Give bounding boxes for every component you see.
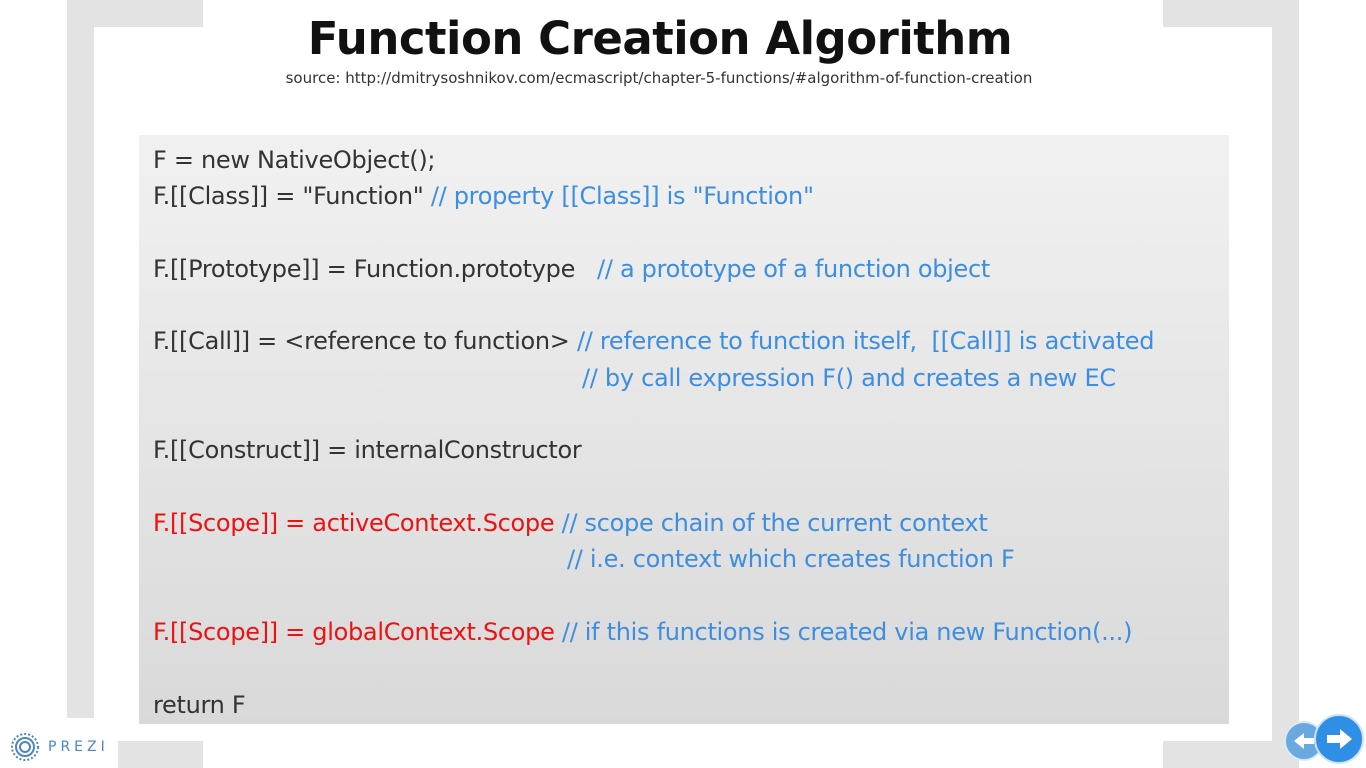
code-line-4: F.[[Call]] = <reference to function> // … xyxy=(153,326,1155,356)
code-line-7: F.[[Scope]] = activeContext.Scope // sco… xyxy=(153,508,988,538)
code-text: F.[[Call]] = <reference to function> xyxy=(153,327,577,355)
code-text: return F xyxy=(153,691,246,719)
code-line-8: // i.e. context which creates function F xyxy=(567,544,1015,574)
arrow-left-icon xyxy=(1294,733,1314,749)
logo-text: PREZI xyxy=(48,739,109,755)
frame-bottom-right-bracket xyxy=(1163,741,1299,768)
prezi-logo-icon xyxy=(11,733,39,761)
code-comment: // reference to function itself, [[Call]… xyxy=(576,327,1155,355)
code-text: F.[[Prototype]] = Function.prototype xyxy=(153,255,598,283)
code-comment: // by call expression F() and creates a … xyxy=(582,364,1116,392)
slide-title: Function Creation Algorithm xyxy=(307,12,1013,65)
code-comment: // i.e. context which creates function F xyxy=(567,545,1015,573)
code-text: F = new NativeObject(); xyxy=(153,146,436,174)
code-line-1: F = new NativeObject(); xyxy=(153,145,436,175)
code-line-3: F.[[Prototype]] = Function.prototype // … xyxy=(153,254,990,284)
code-highlight: F.[[Scope]] = activeContext.Scope xyxy=(153,509,562,537)
code-text: F.[[Class]] = "Function" xyxy=(153,182,431,210)
frame-right-bar xyxy=(1272,0,1299,768)
code-line-2: F.[[Class]] = "Function" // property [[C… xyxy=(153,181,814,211)
code-line-9: F.[[Scope]] = globalContext.Scope // if … xyxy=(153,617,1132,647)
arrow-right-icon xyxy=(1327,729,1352,749)
code-comment: // scope chain of the current context xyxy=(561,509,988,537)
code-comment: // property [[Class]] is "Function" xyxy=(430,182,814,210)
code-text: F.[[Construct]] = internalConstructor xyxy=(153,436,582,464)
code-highlight: F.[[Scope]] = globalContext.Scope xyxy=(153,618,562,646)
code-comment: // a prototype of a function object xyxy=(597,255,991,283)
code-block: F = new NativeObject(); F.[[Class]] = "F… xyxy=(139,135,1229,724)
next-slide-button[interactable] xyxy=(1314,714,1364,764)
prezi-logo[interactable]: PREZI xyxy=(0,718,118,768)
frame-left-bar xyxy=(67,0,94,768)
source-citation: source: http://dmitrysoshnikov.com/ecmas… xyxy=(285,69,1033,87)
code-line-6: F.[[Construct]] = internalConstructor xyxy=(153,435,582,465)
code-line-10: return F xyxy=(153,690,246,720)
code-comment: // if this functions is created via new … xyxy=(561,618,1133,646)
code-line-5: // by call expression F() and creates a … xyxy=(582,363,1116,393)
